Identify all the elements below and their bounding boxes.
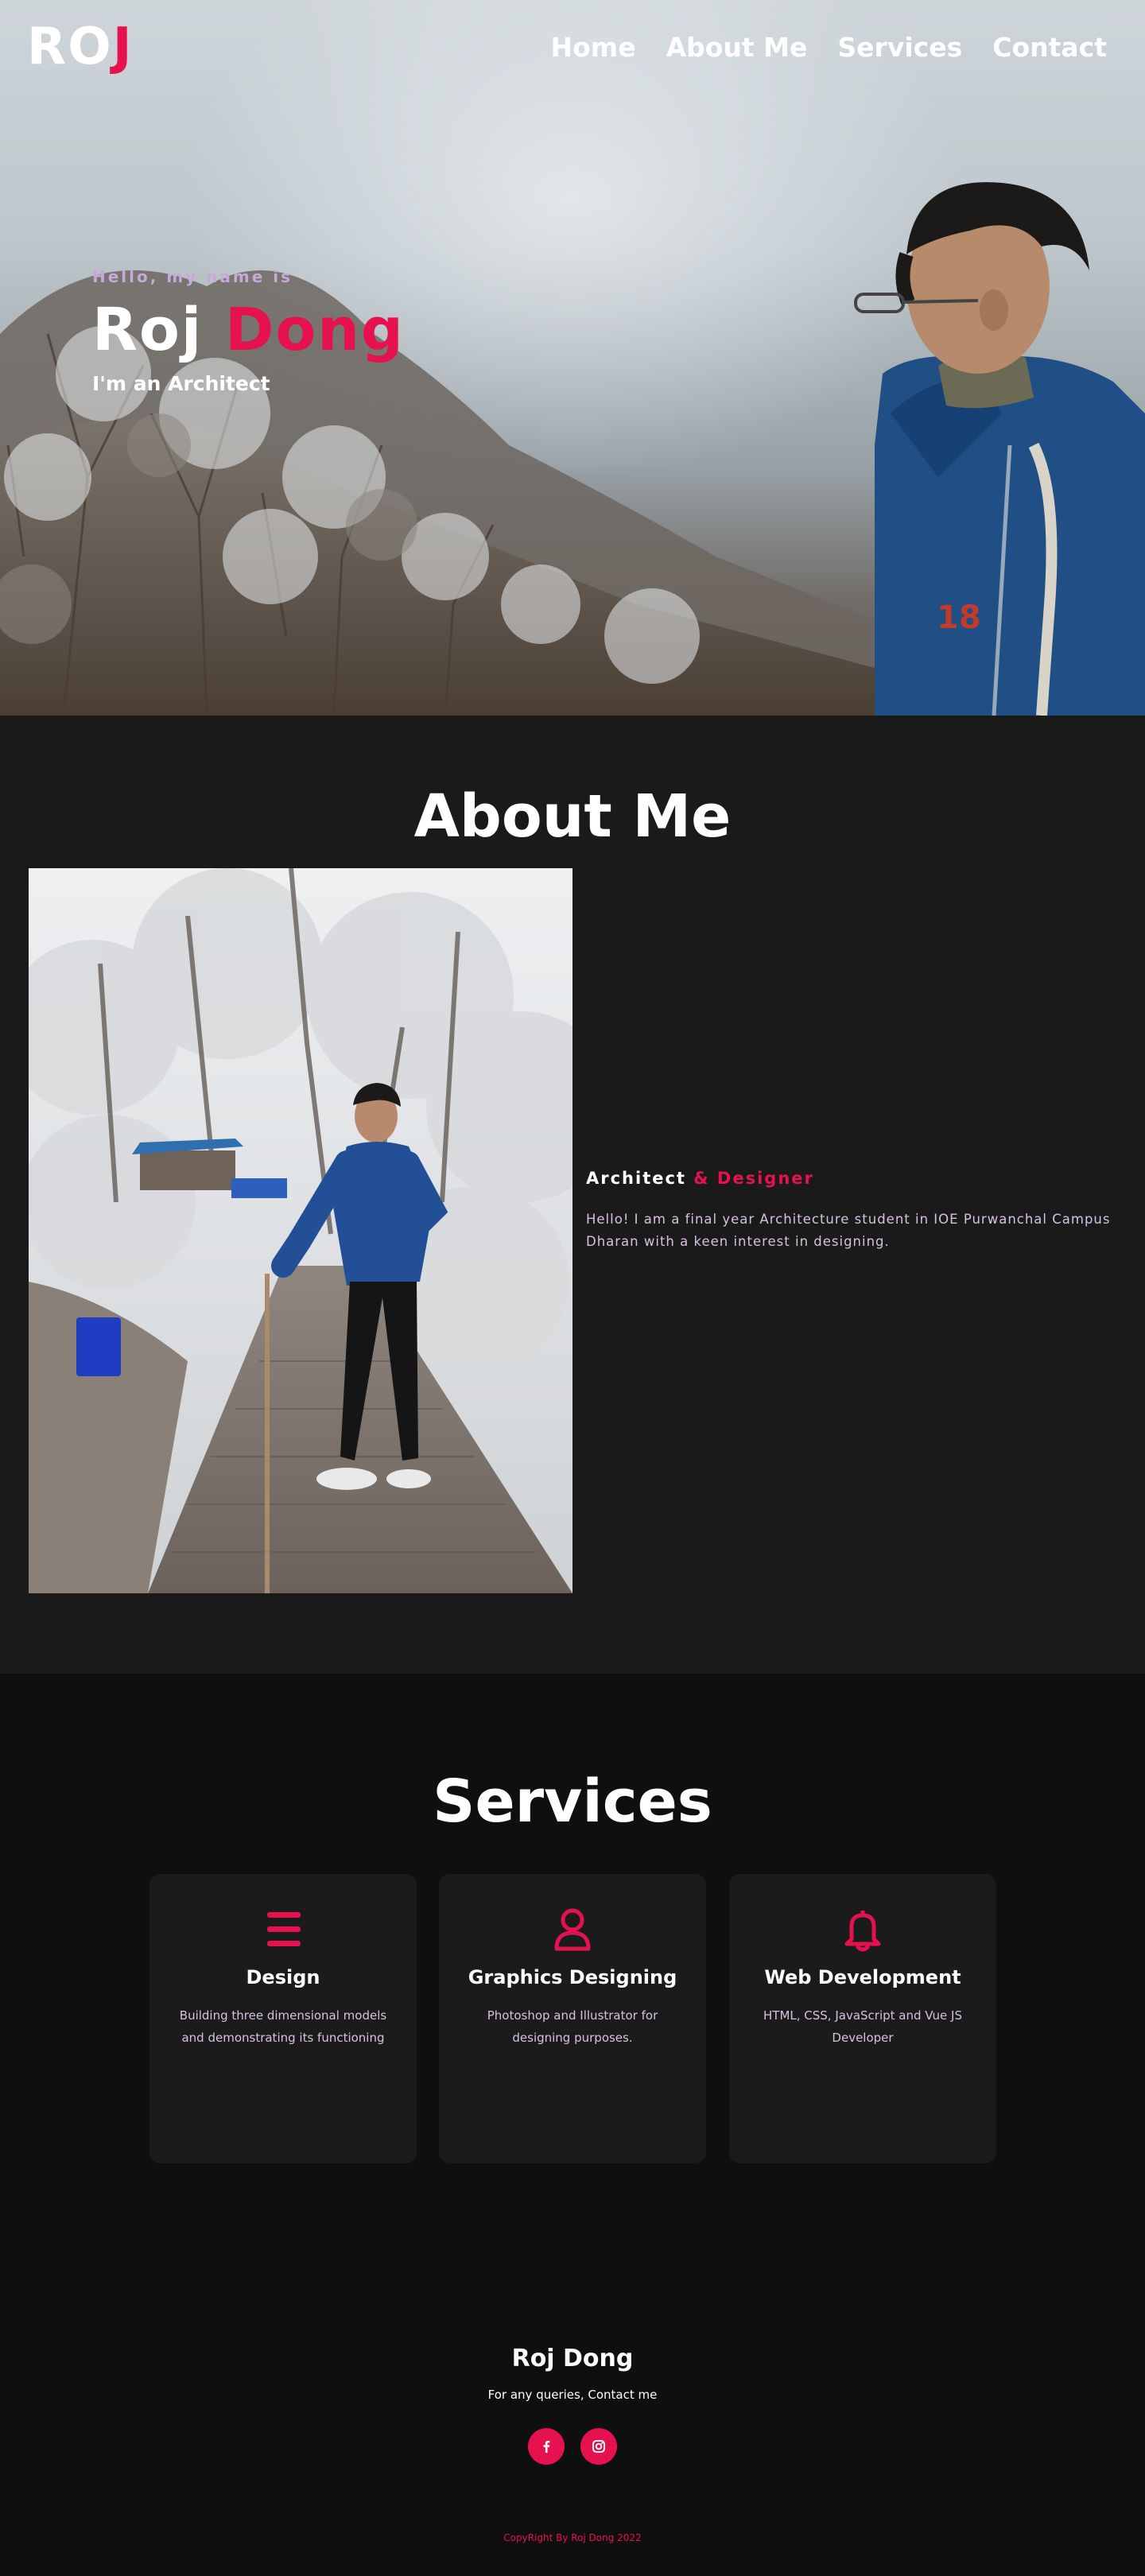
social-links xyxy=(0,2428,1145,2465)
svg-text:18: 18 xyxy=(937,599,981,636)
hero-intro: Hello, my name is Roj Dong I'm an Archit… xyxy=(92,267,405,395)
hero-first-name: Roj xyxy=(92,296,204,364)
site-logo[interactable]: ROJ xyxy=(27,17,134,76)
hero-last-name: Dong xyxy=(224,296,405,364)
services-title: Services xyxy=(433,1767,712,1836)
about-heading: Architect & Designer xyxy=(586,1169,814,1188)
service-card-webdev[interactable]: Web Development HTML, CSS, JavaScript an… xyxy=(729,1874,996,2163)
nav-link-services[interactable]: Services xyxy=(837,32,962,63)
service-card-graphics[interactable]: Graphics Designing Photoshop and Illustr… xyxy=(439,1874,706,2163)
footer: Roj Dong For any queries, Contact me Cop… xyxy=(0,2286,1145,2576)
hero-name: Roj Dong xyxy=(92,296,405,364)
logo-text: RO xyxy=(27,17,113,76)
hero-section: 18 ROJ Home About Me Services Contact He… xyxy=(0,0,1145,716)
facebook-icon xyxy=(543,2440,550,2453)
about-description: Hello! I am a final year Architecture st… xyxy=(586,1212,1111,1249)
service-card-text: Building three dimensional models and de… xyxy=(179,2008,387,2045)
about-photo xyxy=(29,868,572,1593)
services-section: Services Design Building three dimension… xyxy=(0,1674,1145,2286)
hero-subtitle: I'm an Architect xyxy=(92,372,270,395)
footer-subtitle: For any queries, Contact me xyxy=(487,2388,658,2402)
nav-links: Home About Me Services Contact xyxy=(551,32,1107,63)
about-heading-main: Architect xyxy=(586,1169,686,1188)
service-card-title: Web Development xyxy=(764,1966,961,1988)
top-navbar: ROJ Home About Me Services Contact xyxy=(0,0,1145,95)
facebook-link[interactable] xyxy=(528,2428,565,2465)
service-card-text: Photoshop and Illustrator for designing … xyxy=(487,2008,658,2045)
about-title: About Me xyxy=(413,782,732,851)
menu-bars-icon xyxy=(267,1912,301,1946)
nav-link-home[interactable]: Home xyxy=(551,32,636,63)
instagram-link[interactable] xyxy=(580,2428,617,2465)
service-card-title: Graphics Designing xyxy=(468,1966,677,1988)
user-icon xyxy=(554,1908,591,1951)
copyright-text: CopyRight By Roj Dong 2022 xyxy=(503,2532,642,2543)
about-section: About Me Architect & Designer Hello! I a… xyxy=(0,716,1145,1674)
instagram-icon xyxy=(592,2440,605,2453)
nav-link-contact[interactable]: Contact xyxy=(992,32,1107,63)
service-card-text: HTML, CSS, JavaScript and Vue JS Develop… xyxy=(763,2008,962,2045)
service-card-design[interactable]: Design Building three dimensional models… xyxy=(149,1874,417,2163)
about-photo-image xyxy=(29,868,572,1593)
footer-name: Roj Dong xyxy=(511,2345,634,2372)
bell-icon xyxy=(844,1911,881,1952)
about-heading-accent: & Designer xyxy=(693,1169,814,1188)
service-card-title: Design xyxy=(246,1966,320,1988)
logo-accent-text: J xyxy=(112,17,134,76)
nav-link-about[interactable]: About Me xyxy=(666,32,808,63)
hero-greeting: Hello, my name is xyxy=(92,267,293,286)
person-head-graphic xyxy=(854,182,1089,374)
